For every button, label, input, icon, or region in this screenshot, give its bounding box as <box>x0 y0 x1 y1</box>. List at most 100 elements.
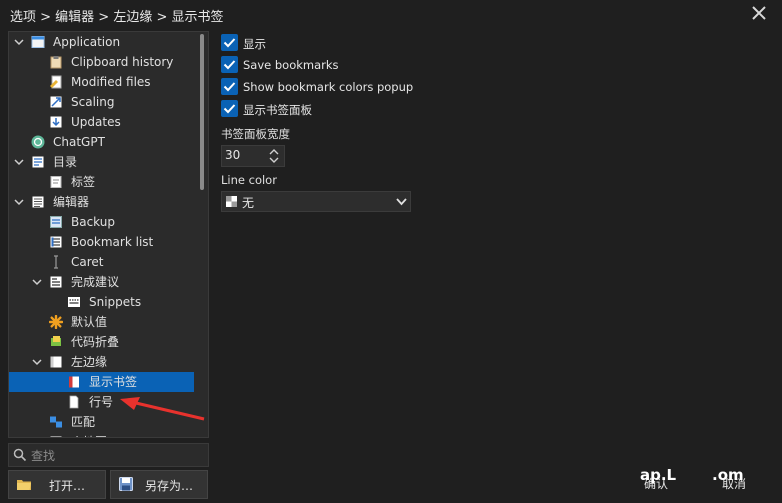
tree-item-label: Backup <box>71 215 115 229</box>
checkmark-icon <box>223 38 236 48</box>
chevron-down-icon[interactable] <box>13 156 25 168</box>
panel-width-value: 30 <box>225 148 241 162</box>
tree-item-label: 标签 <box>71 175 96 189</box>
tree-item[interactable]: 编辑器 <box>9 192 194 212</box>
red-arrow-annotation <box>120 397 205 421</box>
open-button-label: 打开… <box>49 479 86 493</box>
spin-up-icon[interactable] <box>268 147 280 156</box>
match-icon <box>50 416 62 428</box>
panel-width-label: 书签面板宽度 <box>221 127 290 141</box>
code-folding-icon <box>51 336 61 346</box>
tree-item-label: 代码折叠 <box>71 335 120 349</box>
tree-item[interactable]: Clipboard history <box>9 52 194 72</box>
option-label: 显示 <box>243 37 266 51</box>
tree-item[interactable]: Caret <box>9 252 194 272</box>
tree-item[interactable]: Snippets <box>9 292 194 312</box>
search-icon <box>13 448 27 462</box>
spin-down-icon[interactable] <box>268 156 280 165</box>
tree-item-label: Modified files <box>71 75 151 89</box>
save-as-button[interactable]: 另存为… <box>110 470 208 499</box>
tree-item-label: 目录 <box>53 155 78 169</box>
tree-item-label: Caret <box>71 255 104 269</box>
chevron-down-icon[interactable] <box>13 196 25 208</box>
defaults-icon <box>49 315 63 329</box>
close-button[interactable] <box>748 2 770 24</box>
application-window-icon <box>31 36 45 48</box>
option-label: Save bookmarks <box>243 58 339 72</box>
scaling-icon <box>50 96 62 108</box>
tree-item-label: 默认值 <box>71 315 108 329</box>
tree-item-label: Bookmark list <box>71 235 154 249</box>
option-checkbox[interactable] <box>221 34 238 51</box>
title-bar: 选项 > 编辑器 > 左边缘 > 显示书签 <box>0 0 782 30</box>
options-tree[interactable]: Application Clipboard history Modified fil… <box>8 31 209 438</box>
gutter-icon <box>50 356 62 368</box>
tree-item-label: ChatGPT <box>53 135 105 149</box>
line-color-label: Line color <box>221 173 277 187</box>
tree-item-label: Scaling <box>71 95 115 109</box>
tree-item[interactable]: Application <box>9 32 194 52</box>
open-folder-icon <box>17 480 31 490</box>
chatgpt-icon <box>31 135 45 149</box>
tree-item[interactable]: 默认值 <box>9 312 194 332</box>
option-checkbox[interactable] <box>221 56 238 73</box>
tree-item-label: Snippets <box>89 295 142 309</box>
tree-item[interactable]: 标签 <box>9 172 194 192</box>
chevron-down-icon[interactable] <box>31 356 43 368</box>
save-disk-icon <box>119 477 133 491</box>
tree-item[interactable]: 左边缘 <box>9 352 194 372</box>
snippets-icon <box>68 297 80 307</box>
modified-files-icon <box>50 75 62 89</box>
minimap-icon <box>50 436 62 437</box>
line-numbers-icon <box>69 395 79 409</box>
checkmark-icon <box>223 104 236 114</box>
checkmark-icon <box>223 82 236 92</box>
tree-scrollbar[interactable] <box>198 32 206 437</box>
tree-item[interactable]: ChatGPT <box>9 132 194 152</box>
tree-item-label: Clipboard history <box>71 55 174 69</box>
tree-item-label: 行号 <box>89 395 114 409</box>
tree-item[interactable]: Scaling <box>9 92 194 112</box>
tree-item[interactable]: 显示书签 <box>9 372 194 392</box>
tags-icon <box>50 176 62 188</box>
panel-width-spinner[interactable]: 30 <box>221 145 285 167</box>
search-box[interactable]: 查找 <box>8 443 209 467</box>
search-placeholder: 查找 <box>31 449 56 463</box>
tree-item[interactable]: Updates <box>9 112 194 132</box>
tree-item-label: 匹配 <box>71 415 96 429</box>
line-color-value: 无 <box>242 196 255 210</box>
option-checkbox[interactable] <box>221 100 238 117</box>
tree-item-label: 左边缘 <box>71 355 108 369</box>
watermark-left: ap.L <box>640 466 677 484</box>
tree-item[interactable]: 代码折叠 <box>9 332 194 352</box>
tree-item[interactable]: 完成建议 <box>9 272 194 292</box>
caret-icon <box>54 255 58 269</box>
editor-icon <box>32 196 44 208</box>
checkmark-icon <box>223 60 236 70</box>
option-label: 显示书签面板 <box>243 103 312 117</box>
tree-item[interactable]: 目录 <box>9 152 194 172</box>
updates-icon <box>50 116 62 128</box>
tree-item[interactable]: Backup <box>9 212 194 232</box>
option-checkbox[interactable] <box>221 78 238 95</box>
tree-item[interactable]: Modified files <box>9 72 194 92</box>
backup-icon <box>50 216 62 228</box>
chevron-down-icon[interactable] <box>13 36 25 48</box>
close-icon <box>752 6 766 20</box>
clipboard-icon <box>50 56 62 69</box>
bookmark-list-icon <box>50 236 62 248</box>
scrollbar-thumb[interactable] <box>200 34 204 190</box>
bookmark-icon <box>69 376 79 388</box>
tree-item-label: Updates <box>71 115 121 129</box>
watermark-right: .om <box>712 466 744 484</box>
chevron-down-icon[interactable] <box>31 276 43 288</box>
open-button[interactable]: 打开… <box>8 470 106 499</box>
breadcrumb: 选项 > 编辑器 > 左边缘 > 显示书签 <box>10 10 224 25</box>
tree-item-label: 小地图 <box>71 432 107 437</box>
line-color-dropdown[interactable]: 无 <box>221 191 411 212</box>
save-as-button-label: 另存为… <box>145 479 194 493</box>
tree-item[interactable]: Bookmark list <box>9 232 194 252</box>
chevron-down-icon <box>396 198 407 206</box>
option-label: Show bookmark colors popup <box>243 80 414 94</box>
tree-item[interactable]: 小地图 <box>9 432 194 437</box>
